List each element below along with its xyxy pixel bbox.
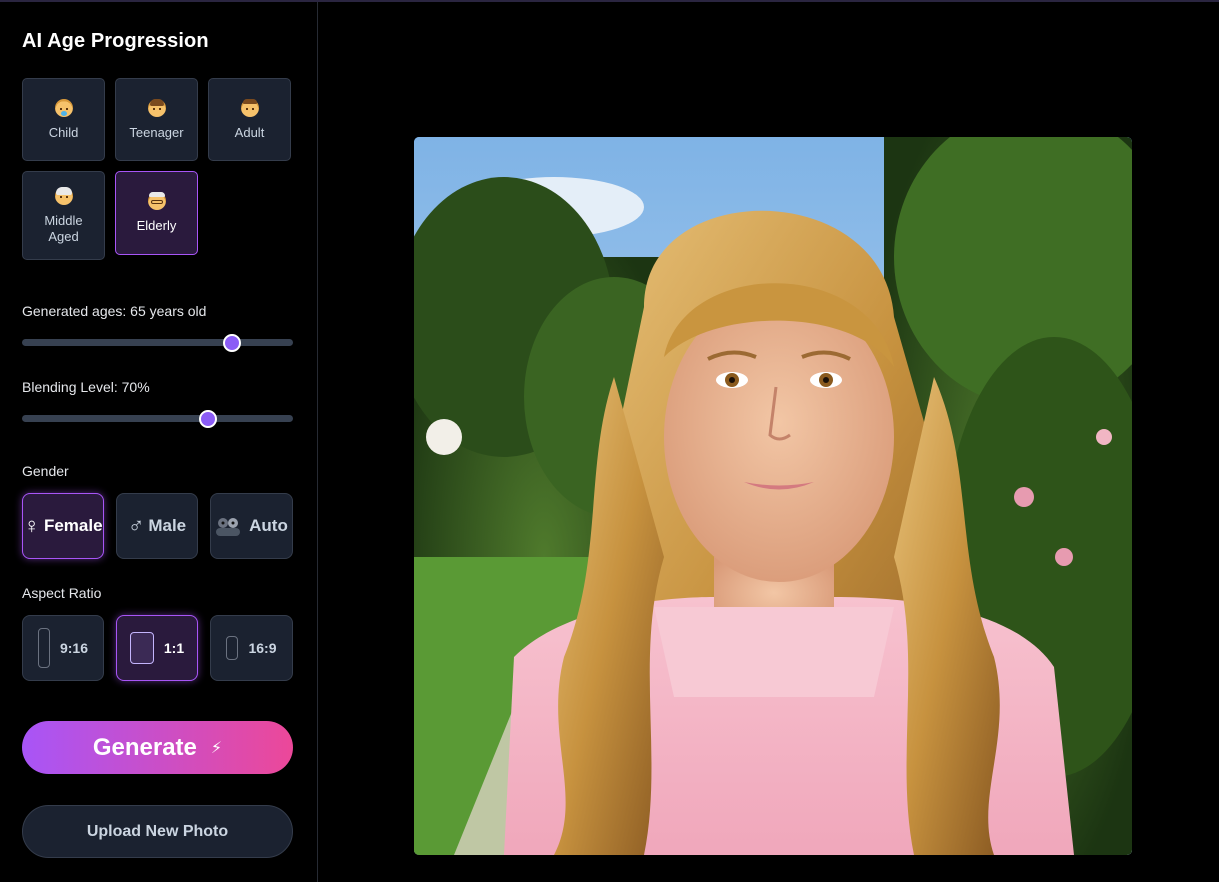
landscape-ratio-icon — [226, 636, 239, 660]
aspect-ratio-label: Aspect Ratio — [22, 585, 102, 601]
elderly-face-icon — [147, 192, 166, 210]
people-icon — [215, 516, 241, 536]
age-option-child[interactable]: Child — [22, 78, 105, 161]
age-option-label: Middle Aged — [44, 212, 83, 244]
blending-level-slider-thumb[interactable] — [198, 409, 217, 428]
square-ratio-icon — [129, 632, 154, 664]
app-root: AI Age Progression Child Teenager Adult … — [0, 0, 1219, 882]
aspect-option-16-9[interactable]: 16:9 — [210, 615, 293, 681]
blending-level-label: Blending Level: 70% — [22, 379, 150, 395]
generated-ages-label: Generated ages: 65 years old — [22, 303, 207, 319]
age-option-label: Adult — [234, 124, 265, 140]
aspect-option-1-1[interactable]: 1:1 — [116, 615, 198, 681]
age-option-adult[interactable]: Adult — [208, 78, 291, 161]
female-symbol-icon: ♀ — [23, 513, 40, 538]
aspect-option-label: 1:1 — [163, 640, 185, 656]
upload-new-photo-button[interactable]: Upload New Photo — [22, 805, 293, 858]
generate-button[interactable]: Generate ⚡︎ — [22, 721, 293, 774]
age-option-middle-aged[interactable]: Middle Aged — [22, 171, 105, 260]
gender-option-label: Male — [148, 516, 187, 535]
age-option-label: Elderly — [136, 218, 177, 233]
controls-sidebar: AI Age Progression Child Teenager Adult … — [0, 2, 318, 882]
male-symbol-icon: ♂ — [127, 513, 145, 538]
lightning-icon: ⚡︎ — [210, 739, 223, 757]
upload-button-label: Upload New Photo — [86, 822, 229, 840]
age-option-elderly[interactable]: Elderly — [115, 171, 198, 255]
blending-level-slider[interactable] — [22, 409, 293, 428]
gender-option-label: Auto — [249, 516, 288, 535]
gender-option-label: Female — [43, 516, 103, 535]
portrait-ratio-icon — [37, 628, 50, 668]
gender-option-female[interactable]: ♀ Female — [22, 493, 104, 559]
baby-face-icon — [54, 98, 73, 117]
teen-face-icon — [147, 98, 166, 117]
older-face-icon — [54, 186, 73, 205]
gender-option-auto[interactable]: Auto — [210, 493, 293, 559]
generated-ages-slider-thumb[interactable] — [223, 333, 242, 352]
aspect-option-label: 9:16 — [59, 640, 89, 656]
aspect-option-9-16[interactable]: 9:16 — [22, 615, 104, 681]
result-image-preview — [414, 137, 1132, 855]
aspect-option-label: 16:9 — [248, 640, 277, 656]
age-option-label: Child — [48, 124, 79, 140]
generate-button-label: Generate — [92, 733, 197, 761]
age-option-label: Teenager — [129, 124, 184, 140]
adult-face-icon — [240, 98, 259, 117]
age-option-teenager[interactable]: Teenager — [115, 78, 198, 161]
gender-label: Gender — [22, 463, 69, 479]
portrait-photo — [414, 137, 1132, 855]
gender-option-male[interactable]: ♂ Male — [116, 493, 198, 559]
page-title: AI Age Progression — [22, 30, 209, 52]
generated-ages-slider[interactable] — [22, 333, 293, 352]
